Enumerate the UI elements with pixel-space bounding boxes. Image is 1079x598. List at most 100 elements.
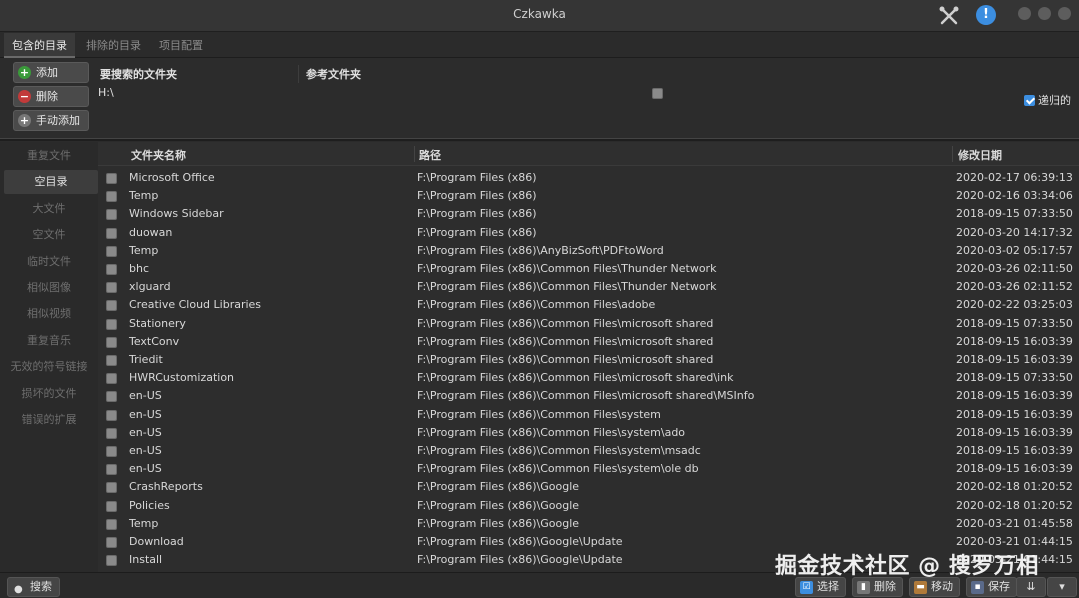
row-checkbox[interactable]	[106, 245, 117, 257]
table-row[interactable]: en-US F:\Program Files (x86)\Common Files…	[98, 406, 1079, 424]
modified-date-cell: 2020-03-20 14:17:32	[956, 225, 1073, 239]
folder-name-cell: Install	[129, 553, 163, 567]
row-checkbox[interactable]	[106, 446, 117, 457]
table-row[interactable]: Microsoft Office F:\Program Files (x86) 20…	[98, 169, 1079, 187]
sidebar-item[interactable]: 错误的扩展	[0, 408, 98, 432]
row-checkbox[interactable]	[106, 555, 117, 567]
row-checkbox[interactable]	[106, 227, 117, 239]
tools-icon[interactable]	[938, 5, 960, 27]
recursive-checkbox[interactable]	[1024, 95, 1035, 106]
panel-splitter[interactable]	[0, 138, 1079, 141]
row-checkbox[interactable]	[106, 518, 117, 530]
row-checkbox[interactable]	[106, 264, 117, 275]
folder-name-cell: en-US	[129, 444, 162, 457]
tab-included-dirs[interactable]: 包含的目录	[4, 33, 75, 58]
manual-add-button[interactable]: + 手动添加	[13, 110, 89, 131]
sidebar-item[interactable]: 重复音乐	[0, 329, 98, 353]
table-row[interactable]: Stationery F:\Program Files (x86)\Common …	[98, 315, 1079, 333]
add-button[interactable]: + 添加	[13, 62, 89, 83]
column-divider[interactable]	[414, 146, 415, 162]
table-row[interactable]: en-US F:\Program Files (x86)\Common Files…	[98, 387, 1079, 405]
row-checkbox[interactable]	[106, 355, 117, 366]
row-checkbox[interactable]	[106, 282, 117, 294]
table-row[interactable]: Temp F:\Program Files (x86)\AnyBizSoft\PD…	[98, 242, 1079, 260]
close-button[interactable]	[1058, 7, 1071, 20]
row-checkbox[interactable]	[106, 482, 117, 494]
minus-icon: −	[18, 90, 31, 103]
table-row[interactable]: en-US F:\Program Files (x86)\Common Files…	[98, 460, 1079, 478]
table-row[interactable]: Temp F:\Program Files (x86)\Google 2020-03…	[98, 515, 1079, 533]
row-checkbox[interactable]	[106, 427, 117, 439]
remove-button[interactable]: − 删除	[13, 86, 89, 107]
save-button[interactable]: ▪ 保存	[966, 577, 1017, 597]
row-checkbox[interactable]	[106, 537, 117, 548]
table-row[interactable]: Policies F:\Program Files (x86)\Google 202…	[98, 497, 1079, 515]
path-cell: F:\Program Files (x86)\Common Files\Thun…	[417, 280, 717, 294]
row-checkbox[interactable]	[106, 173, 117, 184]
select-button[interactable]: ☑ 选择	[795, 577, 846, 597]
header-modified-date[interactable]: 修改日期	[958, 147, 1002, 163]
directory-panel: + 添加 − 删除 + 手动添加 要搜索的文件夹 参考文件夹 H:\ 递归的	[0, 58, 1079, 138]
recursive-toggle[interactable]: 递归的	[1024, 92, 1071, 108]
sidebar-item[interactable]: 临时文件	[0, 250, 98, 274]
hide-panel-button[interactable]: ▾	[1047, 577, 1077, 597]
row-checkbox[interactable]	[106, 191, 117, 203]
header-path[interactable]: 路径	[419, 147, 441, 163]
row-checkbox[interactable]	[106, 464, 117, 476]
row-checkbox[interactable]	[106, 318, 117, 330]
table-row[interactable]: Triedit F:\Program Files (x86)\Common Fil…	[98, 351, 1079, 369]
table-row[interactable]: en-US F:\Program Files (x86)\Common Files…	[98, 442, 1079, 460]
folder-name-cell: Temp	[129, 243, 159, 257]
table-row[interactable]: CrashReports F:\Program Files (x86)\Googl…	[98, 478, 1079, 496]
delete-button[interactable]: ▮ 删除	[852, 577, 903, 597]
included-directory-path[interactable]: H:\	[98, 86, 114, 99]
about-icon[interactable]: !	[976, 5, 996, 25]
results-table: 文件夹名称 路径 修改日期 Microsoft Office F:\Program…	[98, 142, 1079, 572]
manual-add-button-label: 手动添加	[36, 114, 80, 127]
row-checkbox[interactable]	[106, 409, 117, 421]
recursive-label: 递归的	[1038, 94, 1071, 107]
row-checkbox[interactable]	[106, 300, 117, 312]
table-row[interactable]: Creative Cloud Libraries F:\Program Files…	[98, 296, 1079, 314]
row-checkbox[interactable]	[106, 373, 117, 385]
sidebar-item[interactable]: 空目录	[4, 170, 98, 195]
table-row[interactable]: xlguard F:\Program Files (x86)\Common Fil…	[98, 278, 1079, 296]
path-cell: F:\Program Files (x86)\Common Files\micr…	[417, 334, 714, 348]
maximize-button[interactable]	[1038, 7, 1051, 20]
table-row[interactable]: duowan F:\Program Files (x86) 2020-03-20 1…	[98, 224, 1079, 242]
tab-excluded-dirs[interactable]: 排除的目录	[78, 33, 149, 58]
row-checkbox[interactable]	[106, 209, 117, 221]
path-cell: F:\Program Files (x86)	[417, 207, 537, 221]
sidebar-item[interactable]: 损坏的文件	[0, 382, 98, 406]
add-button-label: 添加	[36, 66, 58, 79]
minimize-button[interactable]	[1018, 7, 1031, 20]
row-checkbox[interactable]	[106, 391, 117, 403]
search-button[interactable]: ● 搜索	[7, 577, 60, 597]
table-row[interactable]: TextConv F:\Program Files (x86)\Common Fi…	[98, 333, 1079, 351]
sidebar-item[interactable]: 大文件	[0, 197, 98, 221]
row-checkbox[interactable]	[106, 336, 117, 348]
table-row[interactable]: Windows Sidebar F:\Program Files (x86) 201…	[98, 205, 1079, 223]
path-cell: F:\Program Files (x86)\Google	[417, 498, 580, 512]
table-row[interactable]: Temp F:\Program Files (x86) 2020-02-16 03:…	[98, 187, 1079, 205]
path-cell: F:\Program Files (x86)\Google\Update	[417, 535, 623, 548]
move-button[interactable]: ▬ 移动	[909, 577, 960, 597]
sidebar-item[interactable]: 相似视频	[0, 302, 98, 326]
sidebar-item[interactable]: 空文件	[0, 223, 98, 247]
select-button-label: 选择	[817, 580, 839, 593]
row-checkbox[interactable]	[106, 500, 117, 512]
table-row[interactable]: bhc F:\Program Files (x86)\Common Files\T…	[98, 260, 1079, 278]
reference-folder-checkbox[interactable]	[652, 88, 663, 99]
path-cell: F:\Program Files (x86)\Google	[417, 480, 580, 494]
header-folder-name[interactable]: 文件夹名称	[131, 147, 186, 163]
sidebar-item[interactable]: 无效的符号链接	[0, 355, 98, 379]
path-cell: F:\Program Files (x86)	[417, 225, 537, 239]
column-divider[interactable]	[952, 146, 953, 162]
table-row[interactable]: en-US F:\Program Files (x86)\Common Files…	[98, 424, 1079, 442]
tab-settings[interactable]: 项目配置	[151, 33, 211, 58]
table-row[interactable]: HWRCustomization F:\Program Files (x86)\C…	[98, 369, 1079, 387]
folder-name-cell: CrashReports	[129, 480, 203, 494]
sidebar-item[interactable]: 相似图像	[0, 276, 98, 300]
sort-button[interactable]: ⇊	[1016, 577, 1046, 597]
sidebar-item[interactable]: 重复文件	[0, 144, 98, 168]
